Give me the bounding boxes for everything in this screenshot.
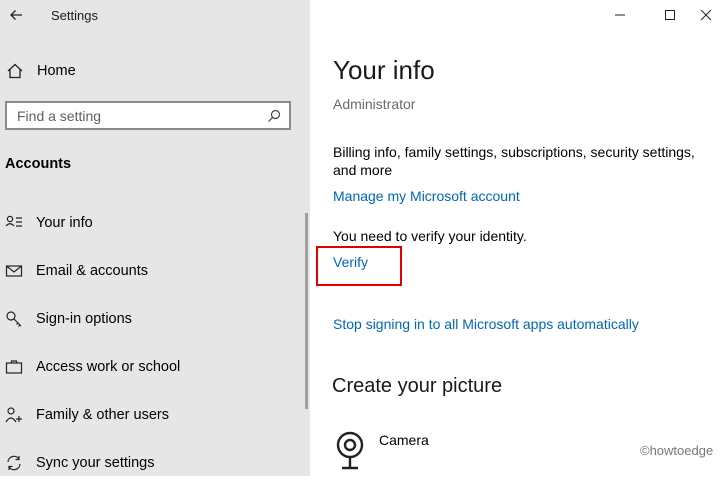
search-box[interactable] (5, 101, 291, 130)
maximize-icon (665, 10, 675, 20)
billing-description: Billing info, family settings, subscript… (333, 144, 695, 178)
sidebar-item-label: Sign-in options (36, 311, 132, 327)
app-title: Settings (51, 8, 98, 23)
verify-highlight-box (316, 246, 402, 286)
sidebar-item-sign-in-options[interactable]: Sign-in options (0, 299, 300, 339)
section-heading-accounts: Accounts (5, 156, 72, 172)
sidebar: Settings Home Accounts Your info Email &… (0, 0, 310, 476)
minimize-icon (615, 14, 625, 16)
maximize-button[interactable] (650, 0, 690, 30)
manage-microsoft-account-link[interactable]: Manage my Microsoft account (333, 188, 520, 204)
sidebar-scrollbar[interactable] (305, 213, 308, 409)
sidebar-item-home-label: Home (37, 63, 76, 79)
verify-identity-text: You need to verify your identity. (333, 228, 527, 244)
watermark: ©howtoedge (640, 443, 714, 458)
sidebar-item-your-info[interactable]: Your info (0, 203, 300, 243)
key-icon (6, 311, 22, 327)
home-icon (7, 63, 23, 79)
camera-label: Camera (379, 432, 429, 448)
stop-signing-in-link[interactable]: Stop signing in to all Microsoft apps au… (333, 316, 639, 332)
account-type: Administrator (333, 96, 416, 112)
back-button[interactable] (2, 0, 30, 30)
close-button[interactable] (686, 0, 726, 30)
search-icon[interactable] (267, 109, 281, 123)
search-input[interactable] (7, 103, 267, 128)
person-card-icon (5, 215, 22, 227)
back-arrow-icon (10, 10, 22, 20)
sidebar-item-label: Sync your settings (36, 455, 155, 471)
sidebar-item-label: Your info (36, 215, 93, 231)
person-add-icon (5, 407, 22, 423)
sync-icon (7, 455, 21, 471)
sidebar-item-label: Family & other users (36, 407, 169, 423)
close-icon (700, 9, 712, 21)
sidebar-item-family-users[interactable]: Family & other users (0, 395, 300, 435)
sidebar-item-email-accounts[interactable]: Email & accounts (0, 251, 300, 291)
sidebar-item-access-work[interactable]: Access work or school (0, 347, 300, 387)
sidebar-item-label: Access work or school (36, 359, 181, 375)
briefcase-icon (5, 360, 23, 374)
camera-icon (336, 431, 364, 470)
sidebar-item-label: Email & accounts (36, 263, 149, 279)
page-title: Your info (333, 55, 435, 85)
minimize-button[interactable] (600, 0, 640, 30)
sidebar-item-sync-settings[interactable]: Sync your settings (0, 443, 300, 483)
envelope-icon (5, 265, 23, 277)
create-picture-heading: Create your picture (332, 375, 503, 397)
